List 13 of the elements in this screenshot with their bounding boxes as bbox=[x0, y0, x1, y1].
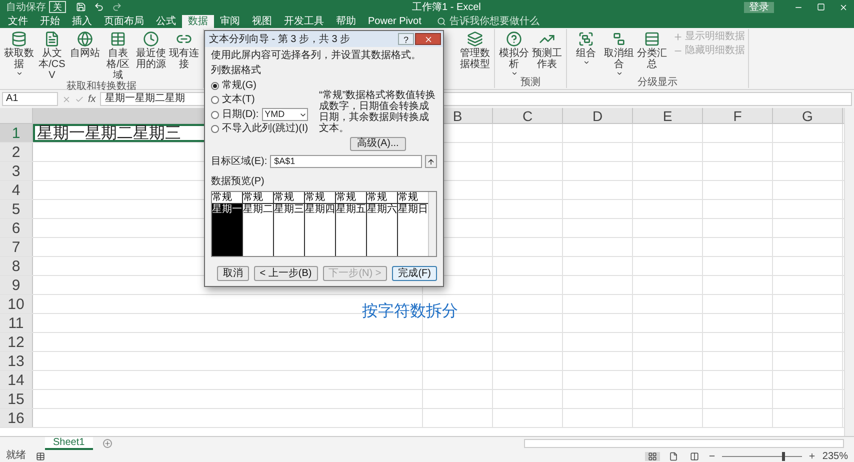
instruction-text: 使用此屏内容可选择各列，并设置其数据格式。 bbox=[211, 50, 422, 62]
dialog-title: 文本分列向导 - 第 3 步，共 3 步 bbox=[209, 32, 350, 46]
window-title: 工作簿1 - Excel bbox=[412, 0, 481, 14]
preview-label: 数据预览(P) bbox=[211, 176, 266, 188]
format-label: 列数据格式 bbox=[211, 65, 262, 77]
zoom-reading: 235% bbox=[822, 450, 848, 462]
autosave-label: 自动保存 bbox=[6, 0, 46, 14]
caption: 按字符数拆分 bbox=[362, 302, 458, 322]
group-label: 预测 bbox=[520, 77, 542, 88]
status-text: 就绪 bbox=[6, 450, 26, 462]
group-label: 分级显示 bbox=[636, 77, 678, 88]
group-label: 获取和转换数据 bbox=[66, 81, 138, 92]
destination-label: 目标区域(E): bbox=[211, 154, 268, 169]
